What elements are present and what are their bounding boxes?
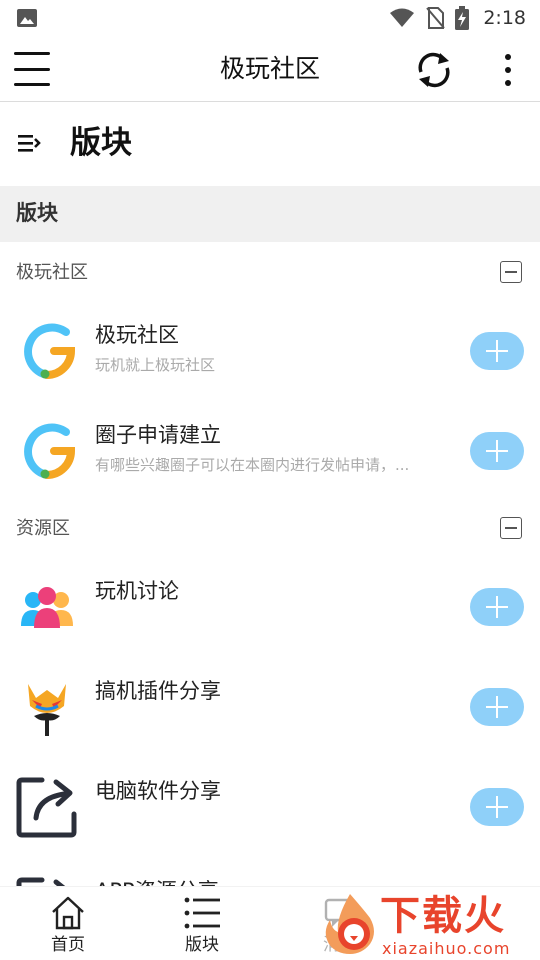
refresh-icon[interactable] — [413, 50, 455, 90]
opera-mask-icon — [28, 684, 66, 736]
group-header-jiwan: 极玩社区 — [0, 253, 540, 293]
list-item[interactable]: 电脑软件分享 — [0, 758, 540, 858]
nav-home[interactable]: 首页 — [18, 887, 118, 960]
nav-label: 版块 — [185, 935, 219, 955]
people-group-icon — [21, 587, 73, 628]
add-button[interactable] — [470, 688, 524, 726]
watermark: 下载火 xiazaihuo.com — [318, 886, 540, 960]
list-item[interactable]: 极玩社区 玩机就上极玩社区 — [0, 302, 540, 402]
item-title: 玩机讨论 — [95, 579, 179, 603]
no-sim-icon — [426, 7, 446, 29]
watermark-main: 下载火 — [380, 893, 506, 939]
add-button[interactable] — [470, 588, 524, 626]
list-item[interactable]: 圈子申请建立 有哪些兴趣圈子可以在本圈内进行发帖申请，... — [0, 402, 540, 502]
list-item[interactable]: 玩机讨论 — [0, 558, 540, 658]
collapse-icon[interactable] — [500, 517, 522, 539]
item-desc: 有哪些兴趣圈子可以在本圈内进行发帖申请，... — [95, 456, 410, 474]
item-title: 圈子申请建立 — [95, 423, 221, 447]
section-band: 版块 — [0, 186, 540, 242]
battery-charging-icon — [455, 6, 470, 30]
home-icon — [52, 896, 84, 930]
group-header-resources: 资源区 — [0, 509, 540, 549]
flame-logo-icon — [325, 894, 374, 954]
g-logo-icon — [24, 323, 76, 379]
app-title: 极玩社区 — [219, 54, 320, 83]
section-title: 版块 — [16, 201, 58, 225]
image-notification-icon — [17, 9, 37, 27]
share-arrow-icon — [16, 777, 77, 838]
item-title: 极玩社区 — [95, 323, 179, 347]
add-button[interactable] — [470, 432, 524, 470]
nav-forum[interactable]: 版块 — [152, 887, 252, 960]
list-item[interactable]: 搞机插件分享 — [0, 658, 540, 758]
collapse-icon[interactable] — [500, 261, 522, 283]
menu-icon[interactable] — [12, 50, 52, 88]
item-title: 搞机插件分享 — [95, 679, 221, 703]
g-logo-icon — [24, 423, 76, 479]
sort-list-icon[interactable] — [16, 131, 42, 155]
page-title: 版块 — [70, 125, 132, 161]
item-desc: 玩机就上极玩社区 — [95, 356, 216, 374]
watermark-sub: xiazaihuo.com — [382, 939, 511, 958]
wifi-icon — [390, 8, 415, 27]
nav-label: 首页 — [51, 935, 85, 955]
group-title: 极玩社区 — [16, 262, 88, 283]
list-icon — [184, 897, 220, 929]
group-title: 资源区 — [16, 518, 70, 539]
more-options-icon[interactable] — [494, 50, 522, 90]
status-bar: 2:18 — [0, 0, 540, 36]
page-header: 版块 — [0, 103, 540, 183]
status-time: 2:18 — [483, 7, 526, 29]
add-button[interactable] — [470, 332, 524, 370]
item-title: 电脑软件分享 — [95, 779, 221, 803]
add-button[interactable] — [470, 788, 524, 826]
app-bar: 极玩社区 — [0, 36, 540, 102]
